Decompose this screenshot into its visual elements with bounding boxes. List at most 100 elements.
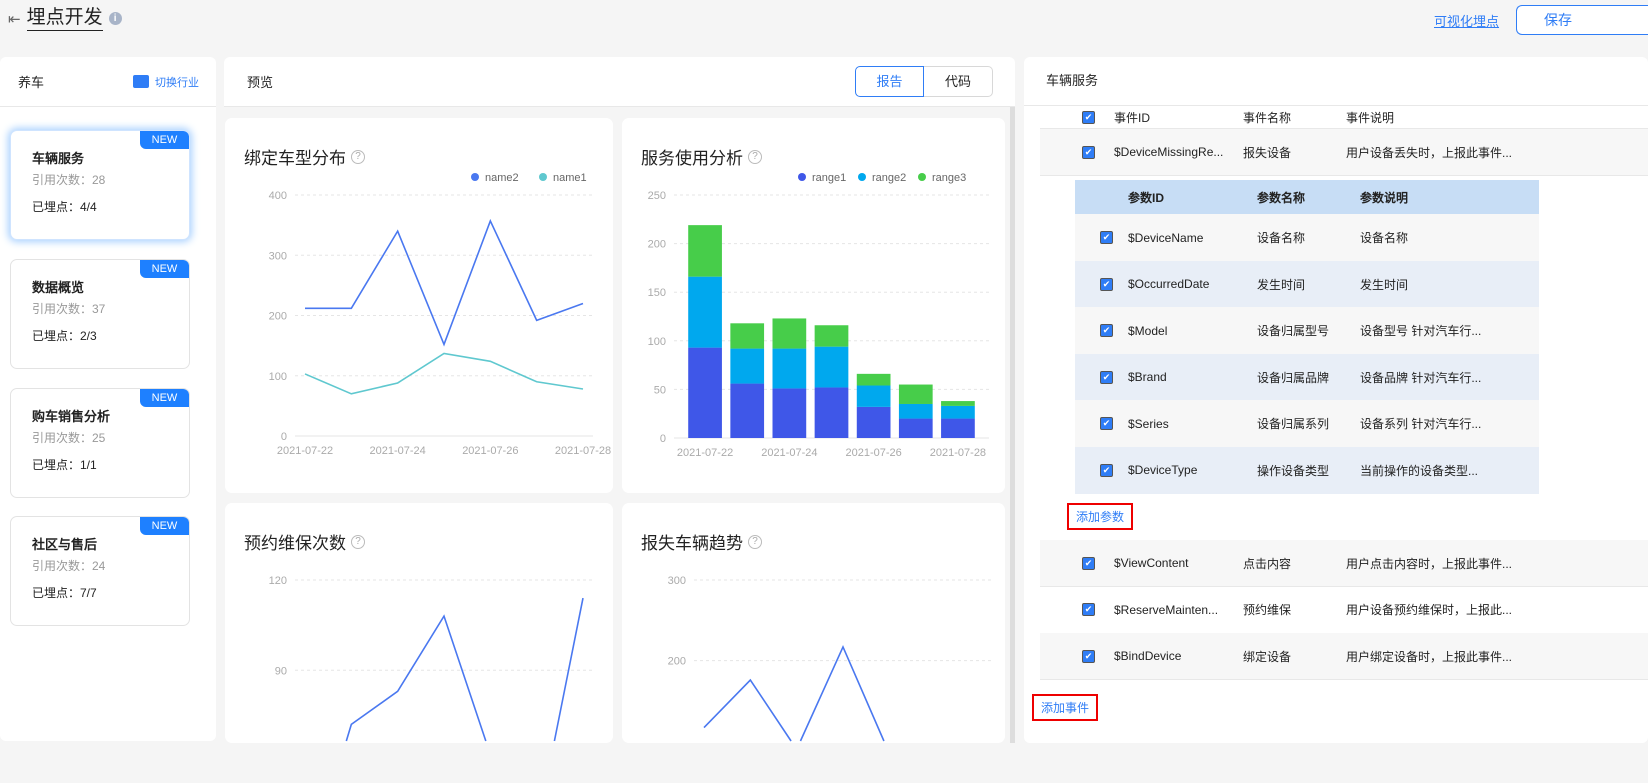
y-tick-label: 200 — [269, 311, 287, 323]
module-sidebar: 养车 切换行业 NEW 车辆服务 引用次数：28 已埋点：4/4 NEW 数据概览 引用次数… — [0, 57, 216, 741]
tab-code[interactable]: 代码 — [924, 66, 993, 97]
cell: $Brand — [1128, 370, 1167, 384]
legend-label: name2 — [485, 172, 519, 184]
add-event-button[interactable]: 添加事件 — [1032, 694, 1099, 721]
cell: 用户设备预约维保时，上报此... — [1346, 603, 1513, 617]
table-row[interactable]: ✔ $ViewContent 点击内容 用户点击内容时，上报此事件... — [1040, 540, 1648, 587]
legend-marker — [798, 173, 806, 181]
checkbox[interactable]: ✔ — [1082, 649, 1095, 663]
table-row[interactable]: ✔ $BindDevice 绑定设备 用户绑定设备时，上报此事件... — [1040, 633, 1648, 680]
series-line-name1 — [304, 352, 584, 395]
checkbox[interactable]: ✔ — [1082, 603, 1095, 616]
checkbox[interactable]: ✔ — [1082, 110, 1095, 124]
param-row[interactable]: ✔ $DeviceName 设备名称 设备名称 — [1075, 214, 1539, 261]
module-card[interactable]: NEW 社区与售后引用次数：24 已埋点：7/7 — [10, 516, 190, 626]
chart-svg: 0 50 100 150 200 250 2021-07-22 2021-07-24 2021-… — [648, 172, 989, 459]
checkbox[interactable]: ✔ — [1100, 463, 1113, 477]
module-done: 已埋点：7/7 — [32, 586, 97, 600]
legend-label: name1 — [553, 172, 587, 184]
y-tick-label: 200 — [668, 656, 686, 668]
cell: 设备归属品牌 — [1257, 370, 1330, 385]
param-table-header: 参数ID 参数名称 参数说明 — [1075, 180, 1539, 214]
param-row[interactable]: ✔ $OccurredDate 发生时间 发生时间 — [1075, 260, 1539, 308]
checkbox[interactable]: ✔ — [1100, 231, 1113, 244]
checkbox[interactable]: ✔ — [1100, 277, 1113, 291]
new-badge: NEW — [140, 389, 189, 407]
new-badge: NEW — [140, 517, 189, 535]
save-button[interactable]: 保存 — [1516, 5, 1648, 35]
module-card[interactable]: NEW 数据概览 引用次数：37 已埋点：2/3 — [10, 259, 190, 369]
table-row[interactable]: ✔ $ReserveMainten... 预约维保 用户设备预约维保时，上报此... — [1040, 586, 1648, 634]
bar-range1 — [856, 406, 891, 438]
y-tick-label: 90 — [275, 665, 287, 677]
cell: $ReserveMainten... — [1114, 602, 1219, 617]
cell: $ViewContent — [1114, 556, 1189, 570]
preview-panel: 预览 报告 代码 绑定车型分布? 0 100 200 300 400 2021-07-22 20… — [224, 57, 1015, 743]
bar-range3 — [772, 318, 807, 349]
module-card[interactable]: NEW 车辆服务 引用次数：28 已埋点：4/4 — [10, 130, 190, 240]
cell: 用户点击内容时，上报此事件... — [1346, 556, 1513, 571]
y-tick-label: 150 — [648, 287, 666, 299]
series-line-count — [345, 614, 487, 742]
visual-tracking-link[interactable]: 可视化埋点 — [1434, 11, 1499, 30]
param-row[interactable]: ✔ $Brand 设备归属品牌 设备品牌 针对汽车行... — [1075, 353, 1539, 401]
table-header[interactable]: ✔ 事件ID 事件名称 事件说明 — [1040, 106, 1648, 129]
bar-range3 — [856, 373, 891, 386]
checkbox[interactable]: ✔ — [1100, 324, 1113, 337]
legend-marker — [539, 173, 547, 181]
cell: 设备系列 针对汽车行... — [1360, 417, 1482, 431]
series-line-count — [553, 597, 584, 742]
bar-range1 — [814, 387, 849, 438]
bar-range3 — [898, 384, 933, 404]
checkbox[interactable]: ✔ — [1100, 417, 1113, 430]
bar-range2 — [941, 405, 975, 419]
legend-label: range2 — [872, 172, 906, 184]
info-icon[interactable]: i — [108, 12, 122, 25]
module-refs: 引用次数：24 — [32, 559, 106, 573]
series-line-count — [799, 644, 885, 742]
switch-industry-button[interactable]: 切换行业 — [133, 74, 199, 90]
x-tick-label: 2021-07-26 — [462, 445, 518, 457]
cell: $DeviceName — [1128, 230, 1204, 245]
module-name: 社区与售后 — [32, 537, 98, 552]
module-name: 车辆服务 — [32, 151, 85, 166]
bar-range3 — [730, 323, 765, 349]
y-tick-label: 300 — [668, 575, 686, 587]
add-param-button[interactable]: 添加参数 — [1067, 503, 1134, 530]
bar-range3 — [941, 401, 975, 406]
new-badge: NEW — [140, 131, 189, 149]
chart-svg: 90 120 — [269, 575, 593, 742]
param-row[interactable]: ✔ $DeviceType 操作设备类型 当前操作的设备类型... — [1075, 446, 1539, 494]
checkbox[interactable]: ✔ — [1082, 145, 1095, 159]
collapse-menu-icon[interactable]: ⇤ — [8, 10, 21, 28]
checkbox[interactable]: ✔ — [1100, 370, 1113, 384]
param-row[interactable]: ✔ $Series 设备归属系列 设备系列 针对汽车行... — [1075, 400, 1539, 447]
module-refs: 引用次数：37 — [32, 302, 106, 316]
cell: 设备名称 — [1360, 231, 1409, 245]
y-tick-label: 120 — [269, 575, 287, 587]
table-row[interactable]: ✔ $DeviceMissingRe... 报失设备 用户设备丢失时，上报此事件... — [1040, 129, 1648, 176]
cell: 当前操作的设备类型... — [1360, 463, 1479, 478]
y-tick-label: 50 — [654, 384, 666, 396]
module-done: 已埋点：1/1 — [32, 458, 97, 472]
bar-range2 — [898, 403, 933, 419]
scrollbar[interactable] — [1010, 107, 1015, 743]
legend-marker — [471, 173, 479, 181]
page-header: ⇤ 埋点开发 i — [8, 6, 122, 31]
module-card[interactable]: NEW 购车销售分析 引用次数：25 已埋点：1/1 — [10, 388, 190, 498]
y-tick-label: 200 — [648, 239, 666, 251]
legend-marker — [918, 173, 926, 181]
cell: 发生时间 — [1257, 277, 1306, 292]
x-tick-label: 2021-07-22 — [677, 447, 733, 459]
cell: 预约维保 — [1243, 603, 1292, 617]
y-tick-label: 100 — [648, 336, 666, 348]
column-header: 事件说明 — [1346, 110, 1395, 125]
checkbox[interactable]: ✔ — [1082, 556, 1095, 570]
bar-range2 — [772, 348, 807, 389]
tab-report[interactable]: 报告 — [855, 66, 924, 97]
y-tick-label: 100 — [269, 371, 287, 383]
event-panel-title: 车辆服务 — [1024, 57, 1648, 106]
param-row[interactable]: ✔ $Model 设备归属型号 设备型号 针对汽车行... — [1075, 307, 1539, 354]
module-name: 购车销售分析 — [32, 409, 111, 424]
new-badge: NEW — [140, 260, 189, 278]
